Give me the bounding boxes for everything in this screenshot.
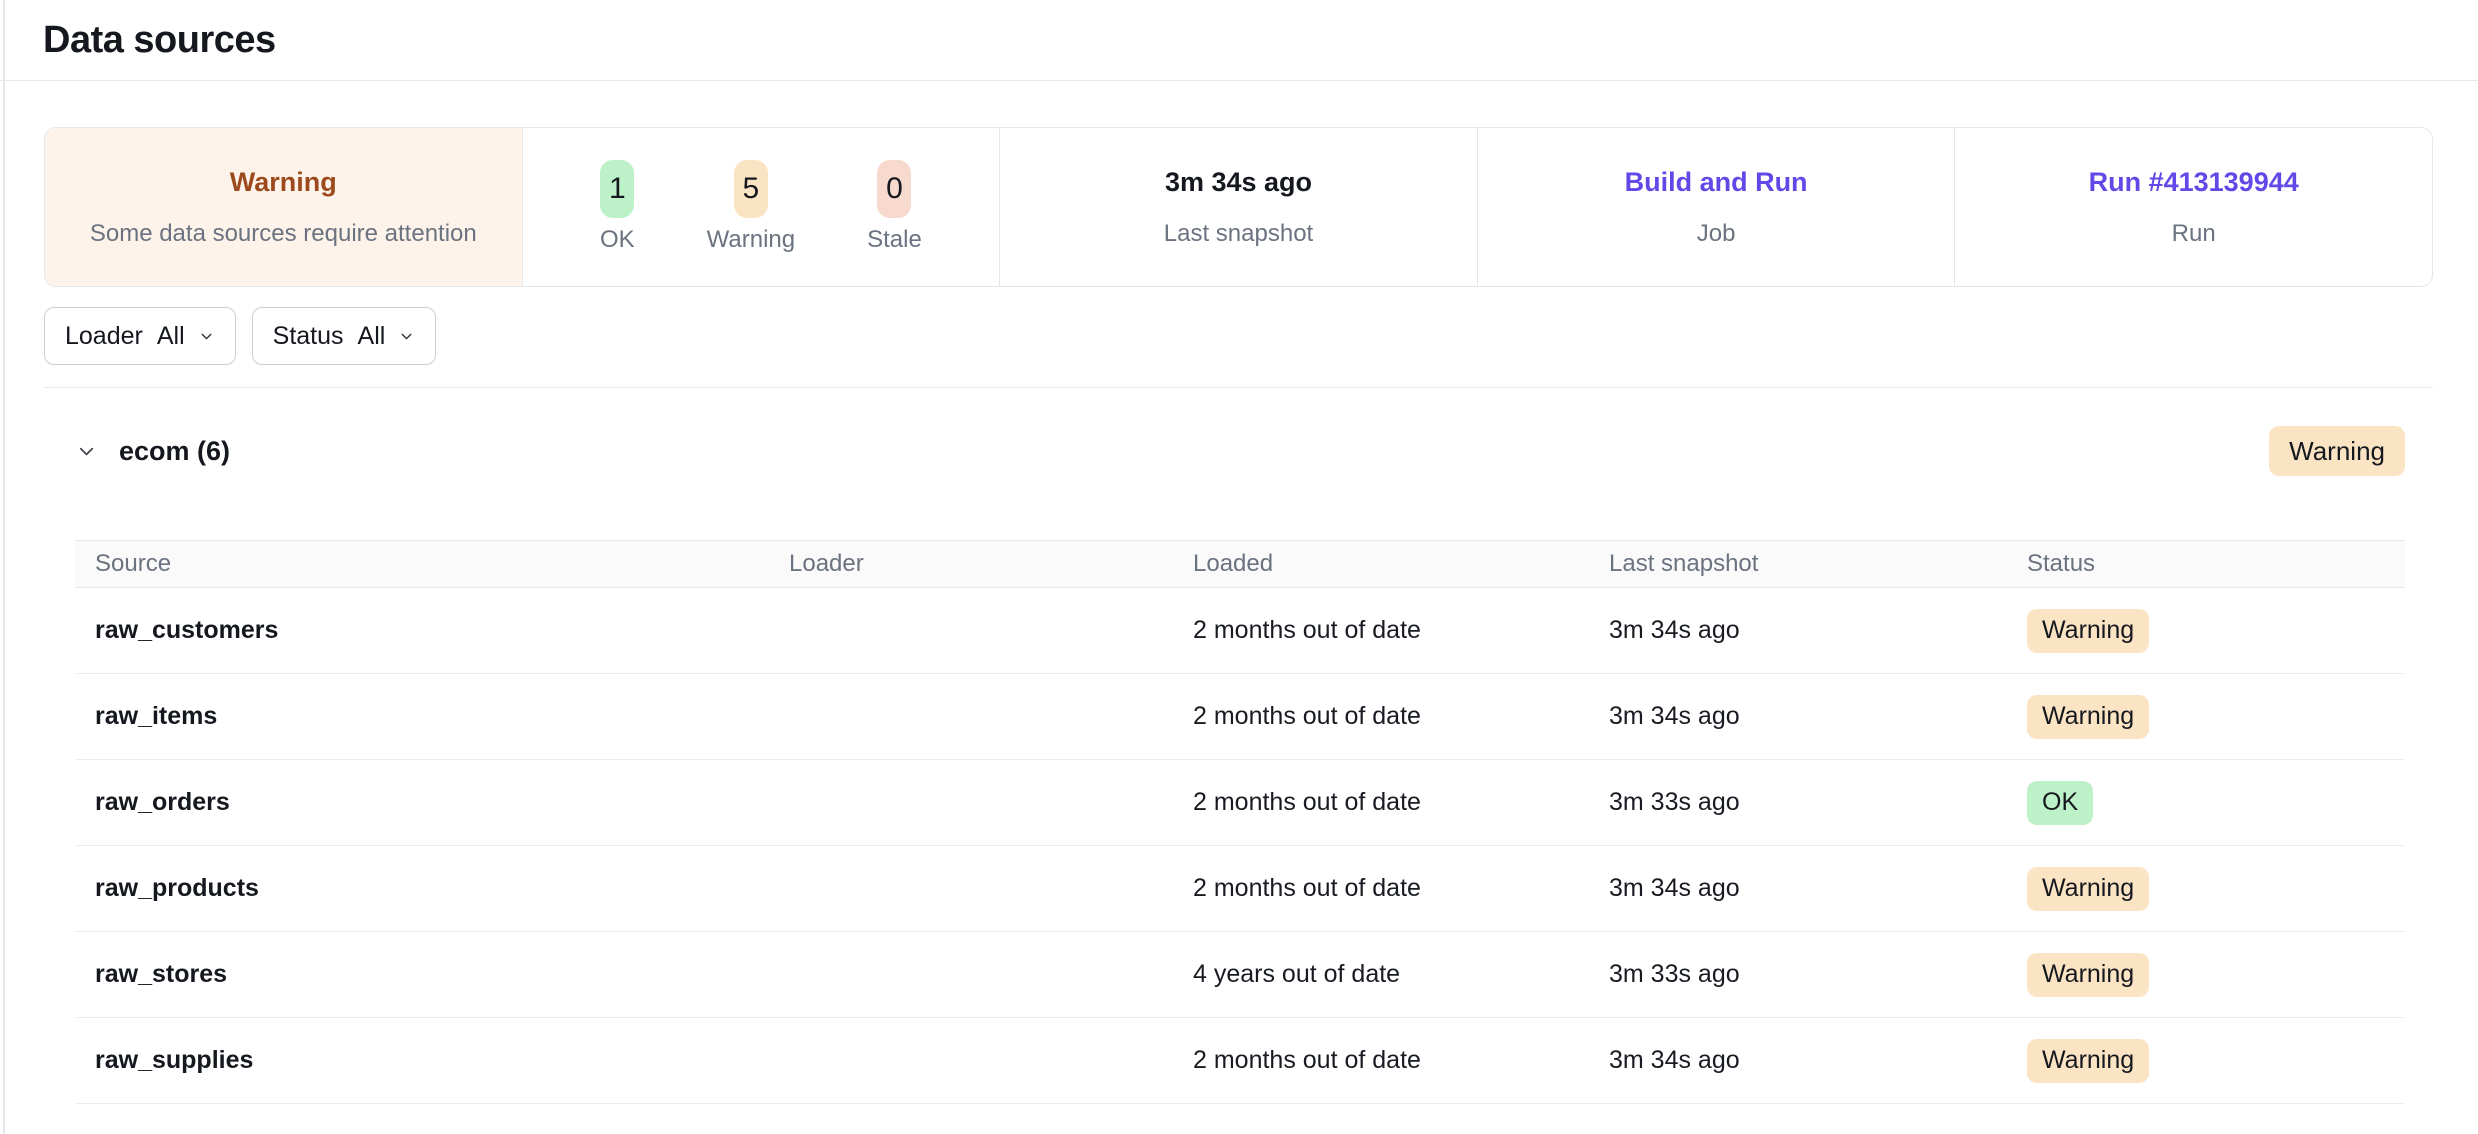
page-header: Data sources xyxy=(0,0,2478,81)
stat-warning: 5 Warning xyxy=(707,160,795,254)
loader-filter-label: Loader xyxy=(65,322,143,351)
column-header-status: Status xyxy=(2027,550,2405,578)
status-cell: Warning xyxy=(2027,695,2405,739)
source-cell: raw_stores xyxy=(75,960,789,989)
last-snapshot-label: Last snapshot xyxy=(1164,220,1313,248)
last-snapshot-cell: 3m 34s ago xyxy=(1609,616,2027,645)
job-link[interactable]: Build and Run xyxy=(1625,167,1808,198)
loaded-cell: 2 months out of date xyxy=(1193,874,1609,903)
run-link[interactable]: Run #413139944 xyxy=(2089,167,2299,198)
section-divider xyxy=(44,387,2433,388)
warning-count-label: Warning xyxy=(707,226,795,254)
source-cell: raw_supplies xyxy=(75,1046,789,1075)
status-cell: Warning xyxy=(2027,1039,2405,1083)
column-header-loader: Loader xyxy=(789,550,1193,578)
loaded-cell: 2 months out of date xyxy=(1193,788,1609,817)
data-sources-page: Data sources Warning Some data sources r… xyxy=(0,0,2478,1134)
job-card: Build and Run Job xyxy=(1477,128,1955,286)
table-body: raw_customers 2 months out of date 3m 34… xyxy=(75,588,2405,1104)
column-header-source: Source xyxy=(75,550,789,578)
status-badge: Warning xyxy=(2027,867,2149,911)
ok-count-pill: 1 xyxy=(600,160,634,218)
table-row: raw_products 2 months out of date 3m 34s… xyxy=(75,846,2405,932)
last-snapshot-cell: 3m 33s ago xyxy=(1609,960,2027,989)
stat-stale: 0 Stale xyxy=(867,160,922,254)
table-row: raw_items 2 months out of date 3m 34s ag… xyxy=(75,674,2405,760)
status-badge: Warning xyxy=(2027,609,2149,653)
status-counts-card: 1 OK 5 Warning 0 Stale xyxy=(522,128,1000,286)
page-title: Data sources xyxy=(43,19,276,62)
group-name: ecom (6) xyxy=(119,436,230,467)
last-snapshot-cell: 3m 33s ago xyxy=(1609,788,2027,817)
table-row: raw_stores 4 years out of date 3m 33s ag… xyxy=(75,932,2405,1018)
status-filter-label: Status xyxy=(273,322,344,351)
summary-cards: Warning Some data sources require attent… xyxy=(44,127,2433,287)
loaded-cell: 2 months out of date xyxy=(1193,1046,1609,1075)
run-card: Run #413139944 Run xyxy=(1954,128,2432,286)
overall-status-title: Warning xyxy=(230,167,337,198)
source-cell: raw_customers xyxy=(75,616,789,645)
last-snapshot-value: 3m 34s ago xyxy=(1165,167,1312,198)
status-cell: OK xyxy=(2027,781,2405,825)
content-area: Warning Some data sources require attent… xyxy=(0,127,2478,1104)
table-row: raw_orders 2 months out of date 3m 33s a… xyxy=(75,760,2405,846)
loaded-cell: 4 years out of date xyxy=(1193,960,1609,989)
last-snapshot-cell: 3m 34s ago xyxy=(1609,874,2027,903)
loaded-cell: 2 months out of date xyxy=(1193,702,1609,731)
stale-count-pill: 0 xyxy=(877,160,911,218)
loader-filter-dropdown[interactable]: Loader All xyxy=(44,307,236,365)
last-snapshot-cell: 3m 34s ago xyxy=(1609,1046,2027,1075)
table-row: raw_supplies 2 months out of date 3m 34s… xyxy=(75,1018,2405,1104)
status-badge: OK xyxy=(2027,781,2093,825)
status-counts: 1 OK 5 Warning 0 Stale xyxy=(600,160,922,254)
status-cell: Warning xyxy=(2027,867,2405,911)
chevron-down-icon xyxy=(198,328,215,345)
status-filter-value: All xyxy=(358,322,386,351)
source-cell: raw_items xyxy=(75,702,789,731)
status-badge: Warning xyxy=(2027,695,2149,739)
sources-table: Source Loader Loaded Last snapshot Statu… xyxy=(75,540,2405,1104)
column-header-last-snapshot: Last snapshot xyxy=(1609,550,2027,578)
last-snapshot-cell: 3m 34s ago xyxy=(1609,702,2027,731)
loaded-cell: 2 months out of date xyxy=(1193,616,1609,645)
status-filter-dropdown[interactable]: Status All xyxy=(252,307,437,365)
stale-count-label: Stale xyxy=(867,226,922,254)
overall-status-card: Warning Some data sources require attent… xyxy=(45,128,522,286)
source-cell: raw_products xyxy=(75,874,789,903)
source-cell: raw_orders xyxy=(75,788,789,817)
stat-ok: 1 OK xyxy=(600,160,635,254)
column-header-loaded: Loaded xyxy=(1193,550,1609,578)
group-status-badge: Warning xyxy=(2269,426,2405,476)
table-row: raw_customers 2 months out of date 3m 34… xyxy=(75,588,2405,674)
last-snapshot-card: 3m 34s ago Last snapshot xyxy=(999,128,1477,286)
filter-bar: Loader All Status All xyxy=(44,307,2433,365)
job-label: Job xyxy=(1697,220,1736,248)
loader-filter-value: All xyxy=(157,322,185,351)
run-label: Run xyxy=(2172,220,2216,248)
sidebar-edge-divider xyxy=(3,0,5,1134)
status-badge: Warning xyxy=(2027,953,2149,997)
group-header-ecom[interactable]: ecom (6) Warning xyxy=(44,425,2433,477)
overall-status-subtitle: Some data sources require attention xyxy=(90,220,477,248)
status-badge: Warning xyxy=(2027,1039,2149,1083)
table-header-row: Source Loader Loaded Last snapshot Statu… xyxy=(75,540,2405,588)
status-cell: Warning xyxy=(2027,953,2405,997)
status-cell: Warning xyxy=(2027,609,2405,653)
warning-count-pill: 5 xyxy=(734,160,768,218)
chevron-down-icon xyxy=(398,328,415,345)
chevron-down-icon[interactable] xyxy=(75,440,98,463)
ok-count-label: OK xyxy=(600,226,635,254)
